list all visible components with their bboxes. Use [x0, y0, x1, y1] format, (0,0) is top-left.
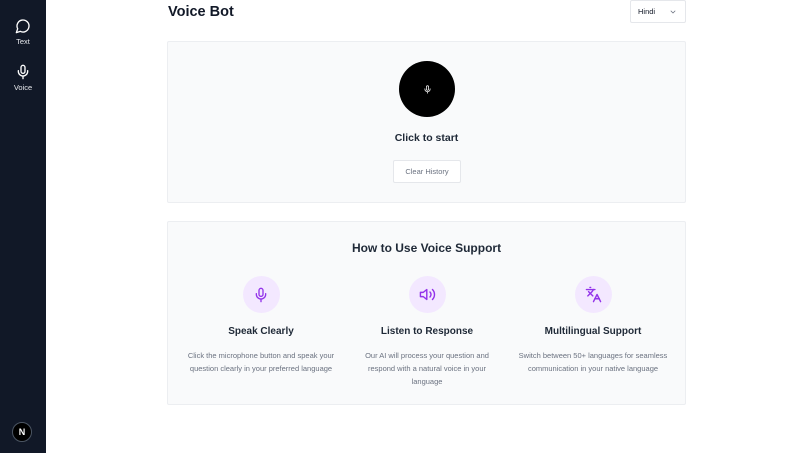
language-select[interactable]: Hindi [630, 0, 686, 23]
language-select-value: Hindi [638, 7, 656, 16]
sidebar: Text Voice N [0, 0, 46, 453]
start-recording-button[interactable] [399, 61, 455, 117]
page-title: Voice Bot [168, 4, 234, 20]
sidebar-item-label: Text [16, 37, 30, 46]
chat-bubble-icon [15, 19, 30, 34]
feature-icon-wrap [408, 276, 446, 313]
feature-title: Multilingual Support [544, 326, 642, 337]
feature-description: Switch between 50+ languages for seamles… [518, 351, 668, 373]
feature-description: Click the microphone button and speak yo… [187, 351, 335, 373]
clear-history-button[interactable]: Clear History [393, 160, 461, 183]
feature-speak-clearly: Speak Clearly Click the microphone butto… [176, 276, 346, 375]
sidebar-item-voice[interactable]: Voice [0, 64, 46, 92]
translate-icon [585, 286, 601, 303]
feature-listen-response: Listen to Response Our AI will process y… [342, 276, 512, 388]
microphone-icon [255, 287, 267, 302]
sidebar-item-label: Voice [13, 83, 33, 92]
chevron-down-icon [670, 10, 676, 14]
microphone-icon [424, 84, 430, 94]
start-prompt: Click to start [394, 132, 459, 144]
speaker-icon [419, 288, 435, 301]
feature-description: Our AI will process your question and re… [365, 351, 489, 386]
feature-icon-wrap [574, 276, 612, 313]
voice-recorder-panel: Click to start Clear History [167, 41, 686, 203]
feature-icon-wrap [242, 276, 280, 313]
microphone-icon [17, 64, 29, 80]
app-logo-badge[interactable]: N [12, 422, 32, 442]
feature-multilingual: Multilingual Support Switch between 50+ … [508, 276, 678, 375]
feature-title: Listen to Response [380, 326, 474, 337]
sidebar-item-text[interactable]: Text [0, 18, 46, 46]
help-panel: How to Use Voice Support Speak Clearly C… [167, 221, 686, 405]
feature-title: Speak Clearly [228, 326, 294, 337]
help-title: How to Use Voice Support [351, 241, 502, 255]
